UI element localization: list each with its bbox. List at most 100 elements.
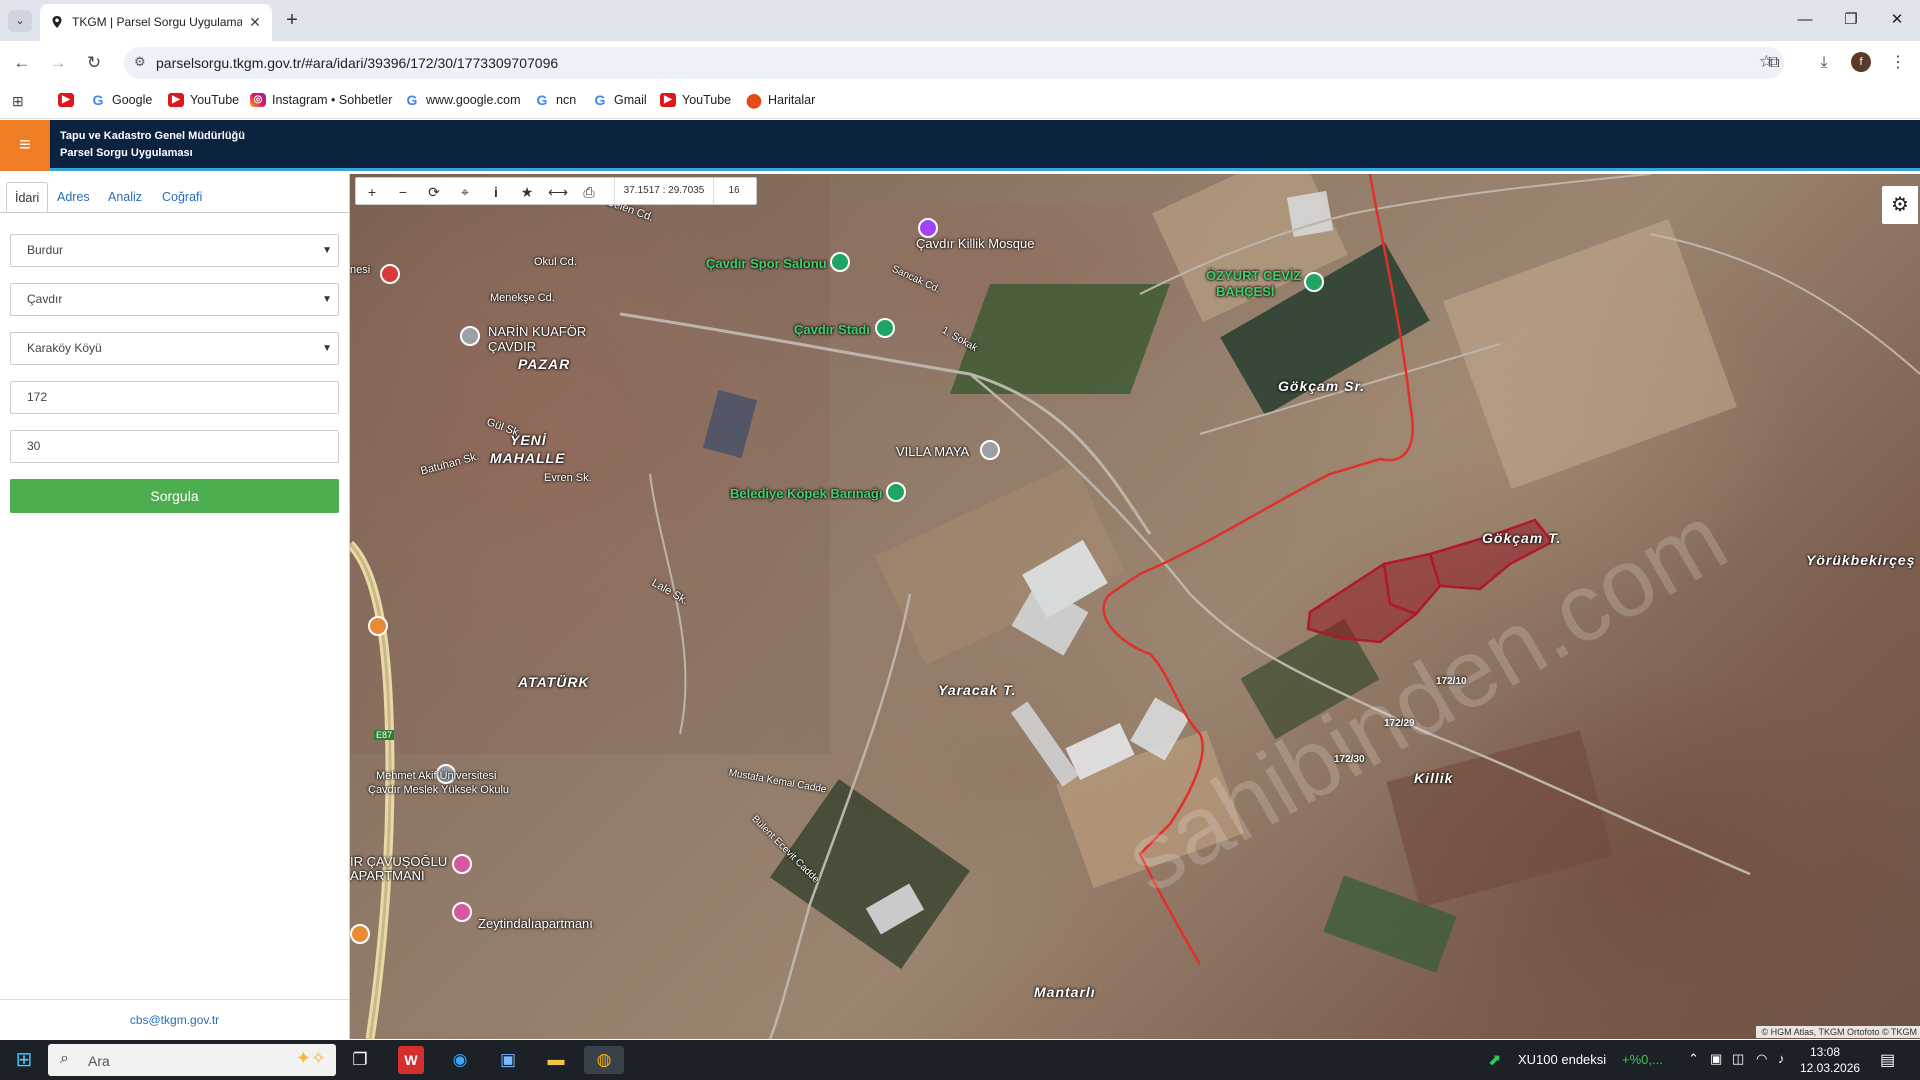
health-poi[interactable] [380,264,400,284]
street-label: Okul Cd. [534,256,577,268]
menu-icon[interactable]: ⋮ [1886,51,1910,75]
forward-icon[interactable]: → [46,51,70,75]
restore-icon[interactable]: ❐ [1828,8,1874,32]
minimize-icon[interactable]: — [1782,8,1828,32]
map-label-apart-2: APARTMANI [350,868,425,883]
store-icon[interactable]: ▣ [488,1046,528,1074]
highway-shield: E87 [374,730,395,740]
profile-avatar[interactable]: f [1851,52,1871,72]
bookmark-ncn[interactable]: Gncn [534,92,577,108]
wifi-icon[interactable]: ◠ [1756,1051,1767,1067]
zoom-in-icon[interactable]: + [361,181,383,203]
map-view[interactable]: 172/10 172/29 172/30 Çavdır Killik Mosqu… [350,174,1920,1039]
tab-search-icon[interactable]: ⌄ [8,10,32,32]
instagram-icon: ◎ [250,93,266,107]
bookmark-instagram[interactable]: ◎ Instagram • Sohbetler [250,93,392,107]
map-label-narin-1: NARİN KUAFÖR [488,324,587,339]
sports-poi[interactable] [830,252,850,272]
clock-time[interactable]: 13:08 [1810,1045,1840,1059]
taskbar-search[interactable]: ⌕ Ara ✦✧ [48,1044,336,1076]
animal-shelter-poi[interactable] [886,482,906,502]
zoom-out-icon[interactable]: − [392,181,414,203]
refresh-icon[interactable]: ⟳ [423,181,445,203]
parcel-input[interactable]: 30 [10,430,339,463]
youtube-icon: ▶ [660,93,676,107]
bookmark-youtube[interactable]: ▶ YouTube [168,93,239,107]
volume-icon[interactable]: ♪ [1778,1051,1785,1066]
mosque-poi[interactable] [918,218,938,238]
bookmark-haritalar[interactable]: ⬤ Haritalar [746,93,815,107]
tab-cografi[interactable]: Coğrafi [154,182,210,212]
notification-icon[interactable]: ▤ [1880,1050,1895,1070]
wps-office-icon[interactable]: W [398,1046,424,1074]
tray-app-icon[interactable]: ▣ [1710,1051,1722,1067]
map-label-ceviz-2: BAHÇESİ [1216,284,1275,299]
tray-chevron-icon[interactable]: ⌃ [1688,1051,1699,1067]
query-button[interactable]: Sorgula [10,479,339,513]
district-select[interactable]: Çavdır ▼ [10,283,339,316]
map-label-apart-1: IR ÇAVUŞOĞLU [350,854,448,869]
street-label: Menekşe Cd. [490,292,555,304]
tab-adres[interactable]: Adres [49,182,98,212]
extensions-icon[interactable]: ⧉ [1762,51,1786,75]
stock-name[interactable]: XU100 endeksi [1518,1052,1606,1067]
locate-icon[interactable]: ⌖ [454,181,476,203]
back-icon[interactable]: ← [10,51,34,75]
settings-gear-icon[interactable]: ⚙ [1882,186,1918,224]
print-icon[interactable]: ⎙ [578,181,600,203]
site-info-icon[interactable]: ⚙ [134,54,146,70]
tab-close-icon[interactable]: ✕ [246,13,264,31]
chrome-icon[interactable]: ◍ [584,1046,624,1074]
map-label-zeytin: Zeytindalıapartmanı [478,916,593,931]
reload-icon[interactable]: ↻ [82,51,106,75]
map-label-nesi: nesi [350,264,371,276]
org-name: Tapu ve Kadastro Genel Müdürlüğü [60,130,245,142]
apartment-poi[interactable] [452,854,472,874]
stock-change: +%0,... [1622,1052,1663,1067]
bookmark-google-com[interactable]: Gwww.google.com [404,93,521,107]
bookmark-google[interactable]: G Google [90,92,153,108]
google-icon: G [92,92,104,108]
contact-email-link[interactable]: cbs@tkgm.gov.tr [0,999,349,1039]
file-explorer-icon[interactable]: ▬ [536,1046,576,1074]
restaurant-poi[interactable] [368,616,388,636]
villa-poi[interactable] [980,440,1000,460]
stadium-poi[interactable] [875,318,895,338]
bookmark-youtube-short[interactable]: ▶ [58,93,74,107]
google-icon: G [536,92,548,108]
new-tab-button[interactable]: + [280,9,304,33]
apartment-poi[interactable] [452,902,472,922]
edge-icon[interactable]: ◉ [440,1046,480,1074]
restaurant-poi[interactable] [350,924,370,944]
browser-tab[interactable]: TKGM | Parsel Sorgu Uygulaması ✕ [40,4,272,41]
block-input[interactable]: 172 [10,381,339,414]
info-icon[interactable]: i [485,181,507,203]
windows-start-icon[interactable]: ⊞ [4,1046,44,1074]
province-select[interactable]: Burdur ▼ [10,234,339,267]
browser-toolbar: ← → ↻ ⚙ parselsorgu.tkgm.gov.tr/#ara/ida… [0,41,1920,85]
browser-tab-strip: ⌄ TKGM | Parsel Sorgu Uygulaması ✕ + — ❐… [0,0,1920,41]
measure-icon[interactable]: ⟷ [547,181,569,203]
close-window-icon[interactable]: ✕ [1874,8,1920,32]
hamburger-menu-icon[interactable]: ≡ [0,120,50,171]
map-toolbar: + − ⟳ ⌖ i ★ ⟷ ⎙ 37.1517 : 29.7035 16 [355,177,757,205]
download-icon[interactable]: ⤓ [1812,51,1836,75]
map-label-mosque: Çavdır Killik Mosque [916,236,1035,251]
task-view-icon[interactable]: ❐ [340,1046,380,1074]
tab-analiz[interactable]: Analiz [100,182,150,212]
tab-idari[interactable]: İdari [6,182,49,212]
chevron-down-icon: ▼ [322,245,332,256]
clock-date[interactable]: 12.03.2026 [1800,1061,1860,1075]
map-attribution: © HGM Atlas, TKGM Ortofoto © TKGM [1756,1026,1920,1038]
zoom-level: 16 [728,185,740,196]
meet-icon[interactable]: ◫ [1732,1051,1744,1067]
bookmark-youtube-2[interactable]: ▶ YouTube [660,93,731,107]
barber-poi[interactable] [460,326,480,346]
garden-poi[interactable] [1304,272,1324,292]
favorite-star-icon[interactable]: ★ [516,181,538,203]
app-header: ≡ Tapu ve Kadastro Genel Müdürlüğü Parse… [0,120,1920,171]
address-bar[interactable]: ⚙ parselsorgu.tkgm.gov.tr/#ara/idari/393… [124,47,1784,79]
apps-icon[interactable]: ⊞ [12,93,24,110]
bookmark-gmail[interactable]: G Gmail [592,93,647,107]
neighborhood-select[interactable]: Karaköy Köyü ▼ [10,332,339,365]
